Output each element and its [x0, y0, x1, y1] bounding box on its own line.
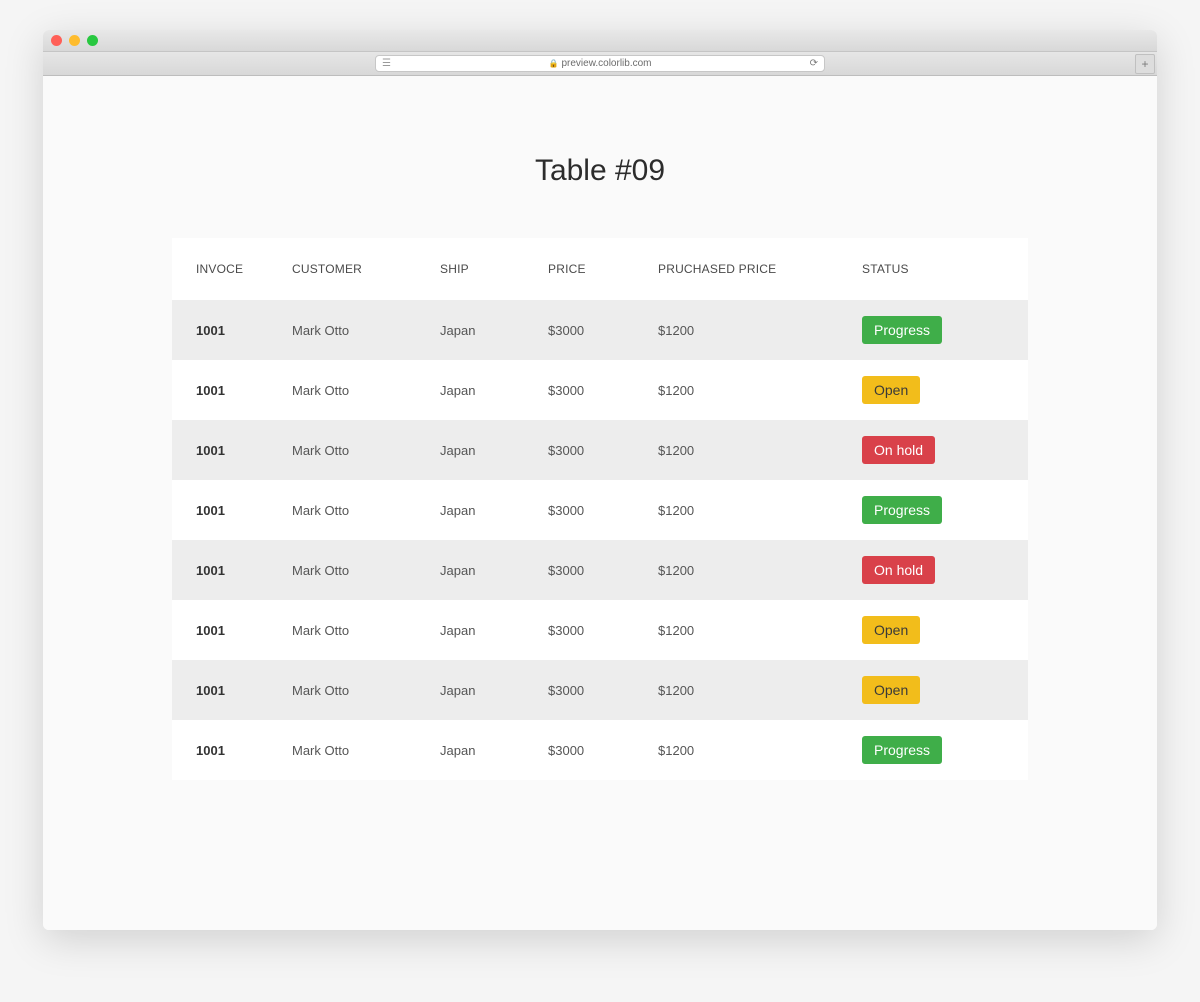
cell-price: $3000 [548, 600, 658, 660]
cell-ship: Japan [440, 600, 548, 660]
status-badge[interactable]: Open [862, 616, 920, 644]
cell-customer: Mark Otto [292, 720, 440, 780]
cell-status: Open [862, 660, 1028, 720]
address-text: preview.colorlib.com [561, 58, 651, 69]
table-row: 1001Mark OttoJapan$3000$1200Progress [172, 300, 1028, 360]
cell-price: $3000 [548, 660, 658, 720]
table-header-row: INVOCE CUSTOMER SHIP PRICE PRUCHASED PRI… [172, 238, 1028, 300]
status-badge[interactable]: Open [862, 376, 920, 404]
cell-purchased: $1200 [658, 420, 862, 480]
cell-ship: Japan [440, 300, 548, 360]
status-badge[interactable]: On hold [862, 556, 935, 584]
lock-icon: 🔒 [548, 59, 558, 68]
cell-status: On hold [862, 540, 1028, 600]
data-table: INVOCE CUSTOMER SHIP PRICE PRUCHASED PRI… [172, 238, 1028, 780]
table-row: 1001Mark OttoJapan$3000$1200Open [172, 660, 1028, 720]
cell-price: $3000 [548, 720, 658, 780]
cell-ship: Japan [440, 360, 548, 420]
close-window-button[interactable] [51, 35, 62, 46]
cell-customer: Mark Otto [292, 660, 440, 720]
viewport: Table #09 INVOCE CUSTOMER SHIP PRICE PRU… [43, 76, 1157, 930]
table-row: 1001Mark OttoJapan$3000$1200Progress [172, 480, 1028, 540]
cell-ship: Japan [440, 660, 548, 720]
cell-purchased: $1200 [658, 480, 862, 540]
header-price: PRICE [548, 238, 658, 300]
cell-purchased: $1200 [658, 360, 862, 420]
cell-ship: Japan [440, 480, 548, 540]
header-invoice: INVOCE [172, 238, 292, 300]
cell-price: $3000 [548, 300, 658, 360]
cell-invoice: 1001 [172, 540, 292, 600]
header-ship: SHIP [440, 238, 548, 300]
cell-price: $3000 [548, 420, 658, 480]
address-bar[interactable]: ☰ 🔒 preview.colorlib.com ⟳ [375, 55, 825, 72]
cell-price: $3000 [548, 540, 658, 600]
refresh-icon[interactable]: ⟳ [810, 58, 818, 69]
cell-invoice: 1001 [172, 480, 292, 540]
cell-customer: Mark Otto [292, 540, 440, 600]
cell-invoice: 1001 [172, 360, 292, 420]
cell-invoice: 1001 [172, 720, 292, 780]
table-row: 1001Mark OttoJapan$3000$1200On hold [172, 540, 1028, 600]
browser-toolbar: ☰ 🔒 preview.colorlib.com ⟳ + [43, 52, 1157, 76]
status-badge[interactable]: Progress [862, 496, 942, 524]
cell-customer: Mark Otto [292, 480, 440, 540]
traffic-lights [51, 35, 98, 46]
maximize-window-button[interactable] [87, 35, 98, 46]
cell-ship: Japan [440, 720, 548, 780]
table-container: INVOCE CUSTOMER SHIP PRICE PRUCHASED PRI… [172, 238, 1028, 780]
window-titlebar [43, 30, 1157, 52]
page-title: Table #09 [43, 154, 1157, 188]
cell-invoice: 1001 [172, 660, 292, 720]
status-badge[interactable]: Progress [862, 316, 942, 344]
table-row: 1001Mark OttoJapan$3000$1200Open [172, 600, 1028, 660]
cell-price: $3000 [548, 480, 658, 540]
cell-customer: Mark Otto [292, 300, 440, 360]
status-badge[interactable]: Progress [862, 736, 942, 764]
status-badge[interactable]: On hold [862, 436, 935, 464]
minimize-window-button[interactable] [69, 35, 80, 46]
reader-icon: ☰ [382, 58, 391, 69]
cell-customer: Mark Otto [292, 420, 440, 480]
cell-customer: Mark Otto [292, 360, 440, 420]
header-status: STATUS [862, 238, 1028, 300]
cell-status: Progress [862, 300, 1028, 360]
cell-purchased: $1200 [658, 720, 862, 780]
cell-purchased: $1200 [658, 600, 862, 660]
cell-purchased: $1200 [658, 540, 862, 600]
cell-purchased: $1200 [658, 300, 862, 360]
cell-status: Open [862, 600, 1028, 660]
table-row: 1001Mark OttoJapan$3000$1200On hold [172, 420, 1028, 480]
cell-customer: Mark Otto [292, 600, 440, 660]
table-row: 1001Mark OttoJapan$3000$1200Open [172, 360, 1028, 420]
browser-window: ☰ 🔒 preview.colorlib.com ⟳ + Table #09 I… [43, 30, 1157, 930]
header-purchased: PRUCHASED PRICE [658, 238, 862, 300]
new-tab-button[interactable]: + [1135, 54, 1155, 74]
status-badge[interactable]: Open [862, 676, 920, 704]
cell-invoice: 1001 [172, 300, 292, 360]
cell-ship: Japan [440, 540, 548, 600]
cell-status: Progress [862, 480, 1028, 540]
cell-ship: Japan [440, 420, 548, 480]
header-customer: CUSTOMER [292, 238, 440, 300]
cell-status: Progress [862, 720, 1028, 780]
cell-purchased: $1200 [658, 660, 862, 720]
cell-price: $3000 [548, 360, 658, 420]
cell-status: On hold [862, 420, 1028, 480]
table-row: 1001Mark OttoJapan$3000$1200Progress [172, 720, 1028, 780]
cell-status: Open [862, 360, 1028, 420]
cell-invoice: 1001 [172, 600, 292, 660]
cell-invoice: 1001 [172, 420, 292, 480]
